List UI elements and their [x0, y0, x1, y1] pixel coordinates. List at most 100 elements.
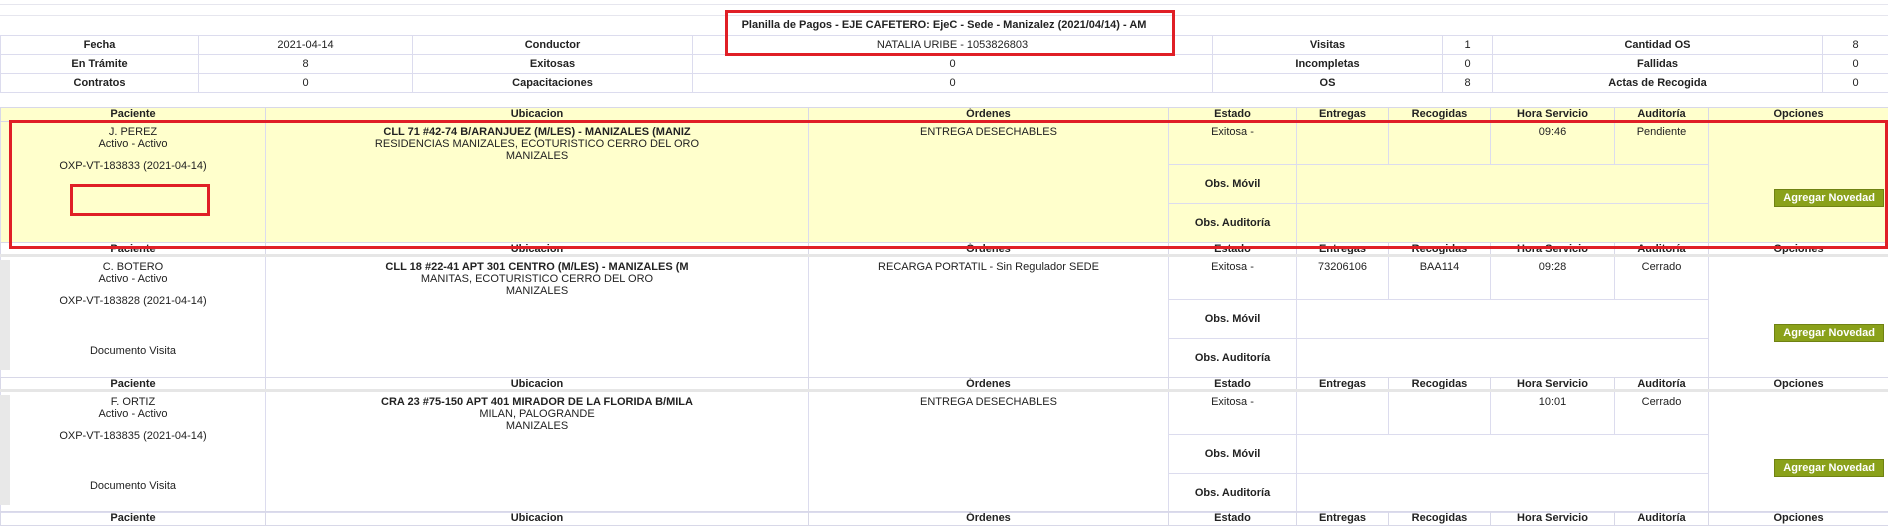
- visitas-value: 1: [1443, 36, 1493, 55]
- incompletas-value: 0: [1443, 55, 1493, 74]
- hora-cell: 09:28: [1491, 257, 1615, 300]
- actas-value: 0: [1823, 74, 1888, 93]
- estado-cell: Exitosa -: [1169, 392, 1297, 435]
- address: CLL 71 #42-74 B/ARANJUEZ (M/LES) - MANIZ…: [270, 126, 804, 138]
- cantidad-os-value: 8: [1823, 36, 1888, 55]
- capacitaciones-value: 0: [693, 74, 1213, 93]
- visit-separator: [0, 389, 1888, 392]
- visitas-label: Visitas: [1213, 36, 1443, 55]
- documento-visita-link[interactable]: Documento Visita: [5, 480, 261, 492]
- header-hora: Hora Servicio: [1491, 512, 1615, 526]
- obs-auditoria-label: Obs. Auditoría: [1169, 474, 1297, 513]
- conductor-label: Conductor: [413, 36, 693, 55]
- estado-cell: Exitosa -: [1169, 257, 1297, 300]
- area: MILAN, PALOGRANDE: [270, 408, 804, 420]
- incompletas-label: Incompletas: [1213, 55, 1443, 74]
- contratos-value: 0: [199, 74, 413, 93]
- hora-cell: 09:46: [1491, 122, 1615, 165]
- order-cell: ENTREGA DESECHABLES: [809, 122, 1169, 243]
- header-entregas: Entregas: [1297, 108, 1389, 122]
- fallidas-label: Fallidas: [1493, 55, 1823, 74]
- patient-status: Activo - Activo: [5, 408, 261, 420]
- fecha-label: Fecha: [1, 36, 199, 55]
- visit-table: Paciente Ubicacion Órdenes Estado Entreg…: [0, 242, 1888, 378]
- header-recogidas: Recogidas: [1389, 108, 1491, 122]
- header-recogidas: Recogidas: [1389, 512, 1491, 526]
- location-cell: CLL 18 #22-41 APT 301 CENTRO (M/LES) - M…: [266, 257, 809, 378]
- actas-label: Actas de Recogida: [1493, 74, 1823, 93]
- row-gutter: [0, 395, 10, 505]
- recogidas-cell: [1389, 122, 1491, 165]
- agregar-novedad-button[interactable]: Agregar Novedad: [1774, 324, 1884, 342]
- entregas-cell: 73206106: [1297, 257, 1389, 300]
- order-cell: ENTREGA DESECHABLES: [809, 392, 1169, 513]
- agregar-novedad-button[interactable]: Agregar Novedad: [1774, 189, 1884, 207]
- visit-header-row: Paciente Ubicacion Órdenes Estado Entreg…: [1, 108, 1888, 122]
- address: CRA 23 #75-150 APT 401 MIRADOR DE LA FLO…: [270, 396, 804, 408]
- header-paciente: Paciente: [1, 512, 266, 526]
- recogidas-cell: BAA114: [1389, 257, 1491, 300]
- entregas-cell: [1297, 392, 1389, 435]
- en-tramite-label: En Trámite: [1, 55, 199, 74]
- obs-auditoria-label: Obs. Auditoría: [1169, 204, 1297, 243]
- patient-cell: F. ORTIZ Activo - Activo OXP-VT-183835 (…: [1, 392, 266, 513]
- en-tramite-value: 8: [199, 55, 413, 74]
- summary-row: En Trámite 8 Exitosas 0 Incompletas 0 Fa…: [1, 55, 1888, 74]
- city: MANIZALES: [270, 150, 804, 162]
- header-ordenes: Órdenes: [809, 512, 1169, 526]
- header-paciente: Paciente: [1, 108, 266, 122]
- location-cell: CLL 71 #42-74 B/ARANJUEZ (M/LES) - MANIZ…: [266, 122, 809, 243]
- header-entregas: Entregas: [1297, 512, 1389, 526]
- auditoria-cell: Pendiente: [1615, 122, 1709, 165]
- obs-auditoria-value: [1297, 204, 1888, 243]
- area: RESIDENCIAS MANIZALES, ECOTURISTICO CERR…: [270, 138, 804, 150]
- summary-table: Fecha 2021-04-14 Conductor NATALIA URIBE…: [0, 35, 1888, 93]
- visit-code: OXP-VT-183833 (2021-04-14): [5, 160, 261, 172]
- header-auditoria: Auditoría: [1615, 512, 1709, 526]
- city: MANIZALES: [270, 420, 804, 432]
- header-estado: Estado: [1169, 108, 1297, 122]
- header-ubicacion: Ubicacion: [266, 108, 809, 122]
- order-cell: RECARGA PORTATIL - Sin Regulador SEDE: [809, 257, 1169, 378]
- agregar-novedad-button[interactable]: Agregar Novedad: [1774, 459, 1884, 477]
- obs-auditoria-label: Obs. Auditoría: [1169, 339, 1297, 378]
- exitosas-value: 0: [693, 55, 1213, 74]
- city: MANIZALES: [270, 285, 804, 297]
- auditoria-cell: Cerrado: [1615, 257, 1709, 300]
- header-ordenes: Órdenes: [809, 108, 1169, 122]
- header-auditoria: Auditoría: [1615, 108, 1709, 122]
- visit-row: F. ORTIZ Activo - Activo OXP-VT-183835 (…: [1, 392, 1888, 435]
- obs-movil-label: Obs. Móvil: [1169, 165, 1297, 204]
- obs-movil-label: Obs. Móvil: [1169, 300, 1297, 339]
- visit-separator: [0, 254, 1888, 257]
- obs-auditoria-value: [1297, 474, 1888, 513]
- visit-code: OXP-VT-183828 (2021-04-14): [5, 295, 261, 307]
- visit-table: Paciente Ubicacion Órdenes Estado Entreg…: [0, 107, 1888, 243]
- patient-name: J. PEREZ: [5, 126, 261, 138]
- row-gutter: [0, 260, 10, 370]
- recogidas-cell: [1389, 392, 1491, 435]
- header-opciones: Opciones: [1709, 512, 1888, 526]
- summary-row: Fecha 2021-04-14 Conductor NATALIA URIBE…: [1, 36, 1888, 55]
- header-ubicacion: Ubicacion: [266, 512, 809, 526]
- visit-row: J. PEREZ Activo - Activo OXP-VT-183833 (…: [1, 122, 1888, 165]
- conductor-value: NATALIA URIBE - 1053826803: [693, 36, 1213, 55]
- patient-name: F. ORTIZ: [5, 396, 261, 408]
- os-label: OS: [1213, 74, 1443, 93]
- entregas-cell: [1297, 122, 1389, 165]
- hora-cell: 10:01: [1491, 392, 1615, 435]
- area: MANITAS, ECOTURISTICO CERRO DEL ORO: [270, 273, 804, 285]
- patient-status: Activo - Activo: [5, 138, 261, 150]
- visit-table: Paciente Ubicacion Órdenes Estado Entreg…: [0, 377, 1888, 513]
- auditoria-cell: Cerrado: [1615, 392, 1709, 435]
- documento-visita-link[interactable]: Documento Visita: [5, 345, 261, 357]
- contratos-label: Contratos: [1, 74, 199, 93]
- fecha-value: 2021-04-14: [199, 36, 413, 55]
- visit-code: OXP-VT-183835 (2021-04-14): [5, 430, 261, 442]
- address: CLL 18 #22-41 APT 301 CENTRO (M/LES) - M…: [270, 261, 804, 273]
- capacitaciones-label: Capacitaciones: [413, 74, 693, 93]
- summary-row: Contratos 0 Capacitaciones 0 OS 8 Actas …: [1, 74, 1888, 93]
- patient-cell: C. BOTERO Activo - Activo OXP-VT-183828 …: [1, 257, 266, 378]
- top-rule: [0, 4, 1888, 5]
- visit-row: C. BOTERO Activo - Activo OXP-VT-183828 …: [1, 257, 1888, 300]
